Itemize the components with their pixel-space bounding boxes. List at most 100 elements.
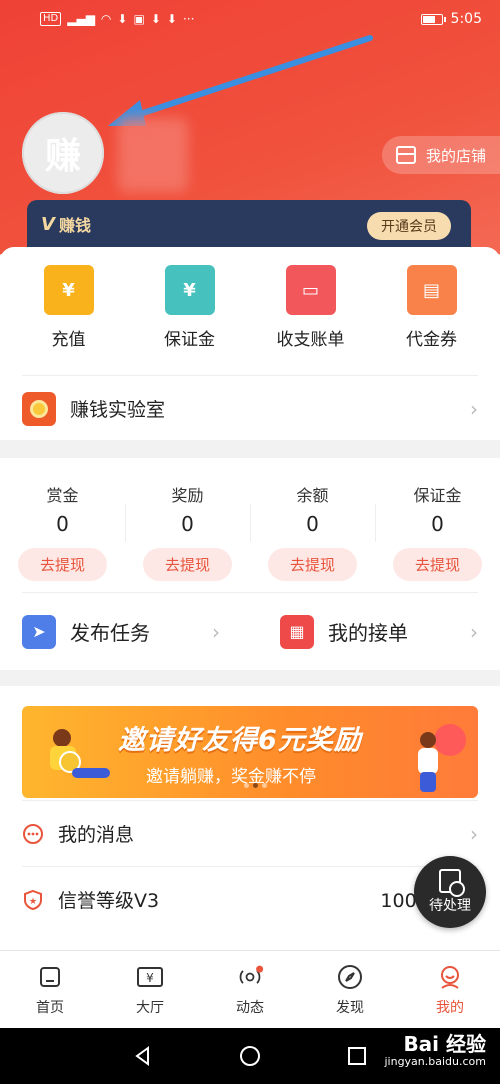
app-notification-icon: ▣ bbox=[133, 12, 145, 26]
hall-icon: ¥ bbox=[136, 963, 164, 991]
balance-value: 0 bbox=[181, 512, 194, 536]
invite-banner[interactable]: 邀请好友得6元奖励 邀请躺赚，奖金赚不停 bbox=[22, 706, 478, 798]
battery-icon bbox=[420, 13, 446, 25]
my-orders-link[interactable]: ▦ 我的接单 › bbox=[250, 614, 478, 649]
ticket-icon: ▤ bbox=[406, 265, 457, 315]
reward-balance: 奖励 0 去提现 bbox=[125, 482, 250, 581]
recharge-icon: ¥ bbox=[43, 265, 94, 315]
balance-value: 0 bbox=[56, 512, 69, 536]
vip-title: 赚钱 bbox=[58, 216, 91, 235]
shop-icon bbox=[395, 146, 416, 164]
svg-text:★: ★ bbox=[29, 897, 37, 907]
wallet-icon: ▭ bbox=[285, 265, 336, 315]
withdraw-button[interactable]: 去提现 bbox=[17, 548, 107, 581]
banner-subtitle: 邀请躺赚，奖金赚不停 bbox=[146, 767, 316, 787]
chevron-right-icon: › bbox=[212, 619, 220, 644]
tab-home[interactable]: 首页 bbox=[0, 951, 100, 1028]
download-icon: ⬇ bbox=[150, 12, 161, 26]
bottom-tab-bar: 首页 ¥ 大厅 动态 发现 我的 bbox=[0, 950, 500, 1028]
home-icon bbox=[36, 963, 64, 991]
action-label: 保证金 bbox=[164, 330, 215, 350]
publish-task-label: 发布任务 bbox=[70, 621, 150, 645]
send-icon: ➤ bbox=[22, 614, 56, 649]
activity-icon bbox=[236, 963, 264, 991]
blurred-nickname bbox=[118, 118, 188, 192]
credit-level-label: 信誉等级V3 bbox=[58, 890, 160, 912]
balance-label: 奖励 bbox=[171, 486, 204, 505]
chevron-right-icon: › bbox=[470, 821, 478, 846]
action-label: 收支账单 bbox=[276, 330, 345, 350]
withdraw-button[interactable]: 去提现 bbox=[267, 548, 357, 581]
tab-label: 动态 bbox=[236, 999, 264, 1016]
wifi-icon: ◠ bbox=[100, 12, 112, 26]
hd-badge: HD bbox=[40, 12, 62, 26]
balance-card: 赏金 0 去提现 奖励 0 去提现 余额 0 去提现 保证金 0 去提现 ➤ 发… bbox=[0, 458, 500, 670]
shop-label: 我的店铺 bbox=[425, 146, 486, 165]
tab-activity[interactable]: 动态 bbox=[200, 951, 300, 1028]
tab-hall[interactable]: ¥ 大厅 bbox=[100, 951, 200, 1028]
vip-icon: V bbox=[41, 213, 55, 235]
shield-star-icon: ★ bbox=[22, 889, 44, 911]
more-notifications-icon: ··· bbox=[182, 12, 195, 26]
download-icon: ⬇ bbox=[117, 12, 128, 26]
my-messages-row[interactable]: 我的消息 › bbox=[22, 800, 478, 866]
coin-icon bbox=[22, 391, 56, 426]
recharge-action[interactable]: ¥ 充值 bbox=[14, 265, 124, 350]
messages-label: 我的消息 bbox=[58, 824, 135, 846]
clock: 5:05 bbox=[450, 11, 482, 27]
money-lab-row[interactable]: 赚钱实验室 › bbox=[22, 375, 478, 441]
tab-profile[interactable]: 我的 bbox=[400, 951, 500, 1028]
bills-action[interactable]: ▭ 收支账单 bbox=[256, 265, 366, 350]
avatar[interactable]: 赚 bbox=[22, 112, 104, 194]
withdraw-button[interactable]: 去提现 bbox=[142, 548, 232, 581]
recents-icon[interactable] bbox=[346, 1045, 368, 1067]
deposit-balance: 保证金 0 去提现 bbox=[375, 482, 500, 581]
balance-label: 保证金 bbox=[413, 486, 462, 505]
tab-label: 我的 bbox=[436, 999, 464, 1016]
deposit-action[interactable]: ¥ 保证金 bbox=[135, 265, 245, 350]
tab-label: 发现 bbox=[336, 999, 364, 1016]
clock-doc-icon bbox=[439, 869, 465, 897]
baidu-watermark: Bai 经验 jingyan.baidu.com bbox=[384, 1034, 486, 1067]
watermark-brand: Bai 经验 bbox=[403, 1032, 486, 1056]
action-label: 充值 bbox=[51, 330, 86, 350]
home-circle-icon[interactable] bbox=[239, 1045, 261, 1067]
orders-icon: ▦ bbox=[280, 614, 314, 649]
pending-label: 待处理 bbox=[429, 898, 471, 914]
shield-icon: ¥ bbox=[164, 265, 215, 315]
my-shop-button[interactable]: 我的店铺 bbox=[381, 136, 500, 174]
compass-icon bbox=[336, 963, 364, 991]
balance-value: 0 bbox=[431, 512, 444, 536]
action-label: 代金券 bbox=[406, 330, 457, 350]
back-icon[interactable] bbox=[132, 1045, 154, 1067]
download-icon: ⬇ bbox=[166, 12, 177, 26]
bounty-balance: 赏金 0 去提现 bbox=[0, 482, 125, 581]
person-illustration-icon bbox=[50, 729, 110, 778]
quick-actions-card: ¥ 充值 ¥ 保证金 ▭ 收支账单 ▤ 代金券 赚钱实验室 › bbox=[0, 247, 500, 440]
balance-value: 0 bbox=[306, 512, 319, 536]
remaining-balance: 余额 0 去提现 bbox=[250, 482, 375, 581]
publish-task-link[interactable]: ➤ 发布任务 › bbox=[22, 614, 250, 649]
voucher-action[interactable]: ▤ 代金券 bbox=[377, 265, 487, 350]
tab-label: 大厅 bbox=[136, 999, 164, 1016]
lab-label: 赚钱实验室 bbox=[70, 399, 166, 421]
svg-text:¥: ¥ bbox=[146, 971, 154, 985]
message-icon bbox=[22, 823, 44, 845]
task-row: ➤ 发布任务 › ▦ 我的接单 › bbox=[22, 592, 478, 670]
tab-label: 首页 bbox=[36, 999, 64, 1016]
status-bar: HD ▂▄▆ ◠ ⬇ ▣ ⬇ ⬇ ··· 5:05 bbox=[0, 0, 500, 38]
person-illustration-icon bbox=[418, 724, 466, 792]
open-membership-button[interactable]: 开通会员 bbox=[367, 212, 451, 240]
pending-button[interactable]: 待处理 bbox=[414, 856, 486, 928]
watermark-url: jingyan.baidu.com bbox=[384, 1055, 486, 1068]
tab-discover[interactable]: 发现 bbox=[300, 951, 400, 1028]
balance-label: 余额 bbox=[296, 486, 329, 505]
my-orders-label: 我的接单 bbox=[328, 621, 408, 645]
chevron-right-icon: › bbox=[470, 619, 478, 644]
withdraw-button[interactable]: 去提现 bbox=[392, 548, 482, 581]
banner-pager bbox=[244, 783, 267, 788]
signal-icon: ▂▄▆ bbox=[67, 12, 95, 26]
credit-level-row[interactable]: ★ 信誉等级V3 1000.00分 bbox=[22, 866, 478, 932]
profile-icon bbox=[436, 963, 464, 991]
banner-title: 邀请好友得6元奖励 bbox=[118, 725, 362, 756]
